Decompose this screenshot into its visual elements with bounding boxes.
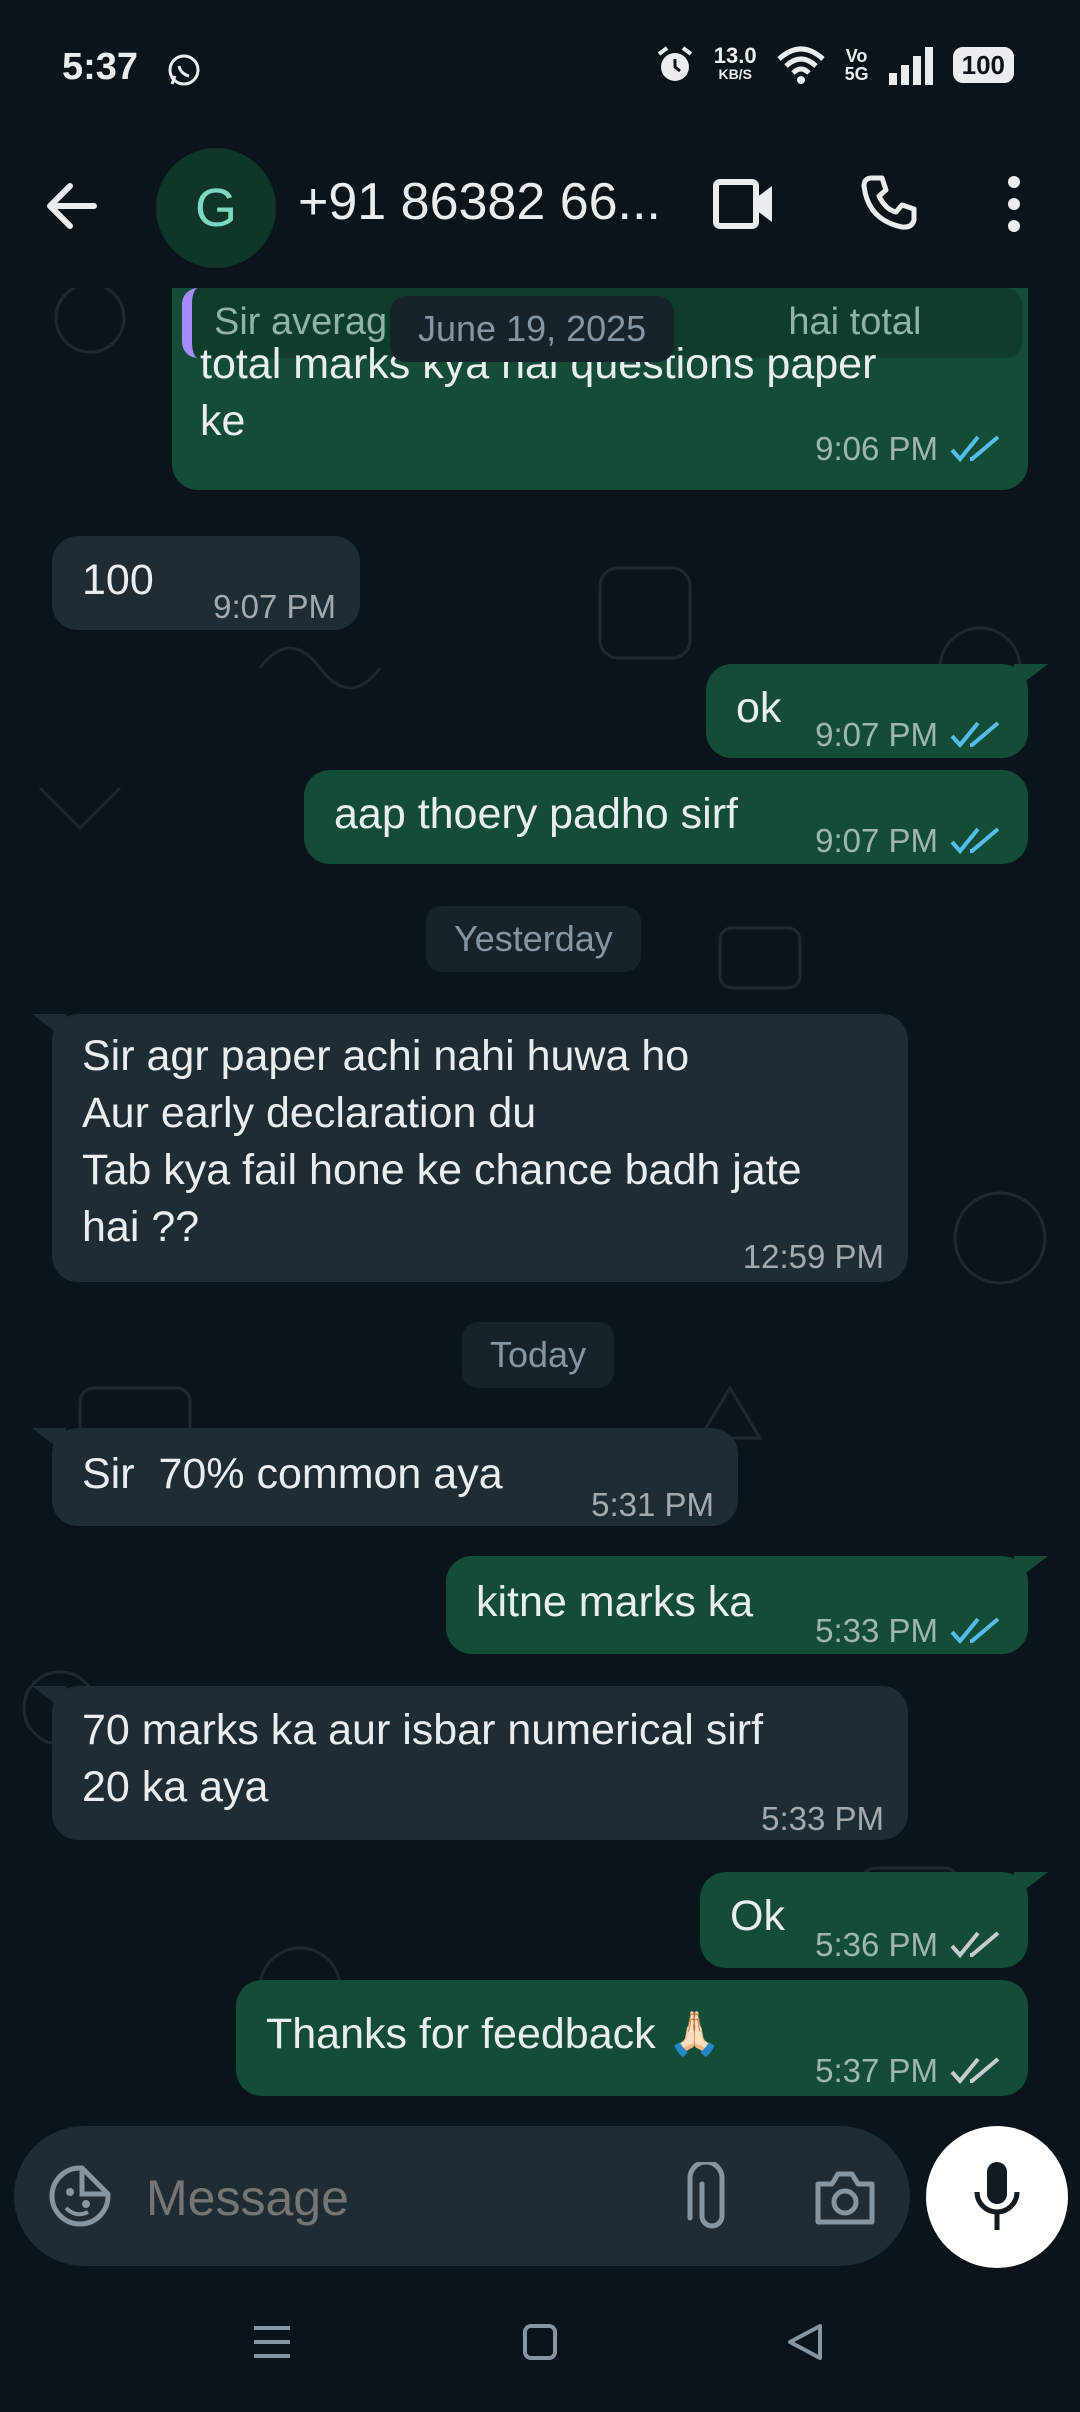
chat-area[interactable]: Sir averag hai total total marks kya hai…: [0, 288, 1080, 2134]
read-receipt-icon: [950, 720, 1000, 748]
bubble-tail: [1014, 1872, 1048, 1898]
message-bubble-incoming[interactable]: Sir agr paper achi nahi huwa ho Aur earl…: [52, 1014, 908, 1282]
date-chip: Today: [462, 1322, 615, 1388]
read-receipt-icon: [950, 1616, 1000, 1644]
voice-call-icon[interactable]: [858, 172, 918, 232]
status-bar: 5:37 13.0 KB/S Vo 5G 100: [0, 0, 1080, 140]
whatsapp-status-icon: [168, 54, 200, 86]
delivered-receipt-icon: [950, 2056, 1000, 2084]
volte-bottom: 5G: [844, 64, 869, 84]
message-meta: 9:06 PM: [815, 420, 1004, 477]
nav-menu-icon[interactable]: [252, 2322, 292, 2362]
message-text: Thanks for feedback 🙏🏻: [266, 2010, 722, 2058]
message-time: 9:07 PM: [815, 822, 938, 859]
message-text: Sir agr paper achi nahi huwa ho Aur earl…: [82, 1032, 802, 1251]
message-meta: 5:31 PM: [591, 1476, 714, 1533]
read-receipt-icon: [950, 826, 1000, 854]
message-input-bar: [14, 2126, 910, 2266]
message-meta: 9:07 PM: [213, 578, 336, 635]
message-text: ok: [736, 684, 782, 732]
more-options-icon[interactable]: [1000, 174, 1028, 234]
message-meta: 5:37 PM: [815, 2042, 1004, 2099]
bubble-tail: [1014, 664, 1048, 690]
signal-icon: [888, 47, 933, 85]
bubble-tail: [32, 1686, 66, 1712]
message-bubble-incoming[interactable]: 100 9:07 PM: [52, 536, 360, 630]
status-time: 5:37: [62, 46, 139, 88]
message-bubble-outgoing[interactable]: aap thoery padho sirf 9:07 PM: [304, 770, 1028, 864]
mic-icon: [974, 2162, 1020, 2230]
message-time: 9:07 PM: [815, 716, 938, 753]
message-bubble-outgoing[interactable]: Thanks for feedback 🙏🏻 5:37 PM: [236, 1980, 1028, 2096]
message-bubble-outgoing[interactable]: kitne marks ka 5:33 PM: [446, 1556, 1028, 1654]
alarm-icon: [657, 46, 692, 81]
delivered-receipt-icon: [950, 1930, 1000, 1958]
message-time: 5:37 PM: [815, 2052, 938, 2089]
bubble-tail: [1014, 1556, 1048, 1582]
date-chip: June 19, 2025: [390, 296, 675, 362]
attach-icon[interactable]: [684, 2162, 728, 2234]
volte-top: Vo: [845, 46, 868, 66]
message-bubble-outgoing[interactable]: Ok 5:36 PM: [700, 1872, 1028, 1968]
message-time: 12:59 PM: [742, 1238, 884, 1275]
message-text: 70 marks ka aur isbar numerical sirf 20 …: [82, 1706, 764, 1811]
network-speed-value: 13.0: [713, 43, 757, 68]
mic-button[interactable]: [926, 2126, 1068, 2268]
nav-back-icon[interactable]: [784, 2322, 824, 2362]
bubble-tail: [32, 1014, 66, 1040]
message-text: Ok: [730, 1892, 785, 1940]
camera-icon[interactable]: [812, 2170, 878, 2226]
message-text: Sir 70% common aya: [82, 1450, 503, 1498]
message-meta: 12:59 PM: [743, 1228, 884, 1285]
message-bubble-incoming[interactable]: 70 marks ka aur isbar numerical sirf 20 …: [52, 1686, 908, 1840]
message-meta: 9:07 PM: [815, 706, 1004, 763]
volte-indicator: Vo 5G: [845, 47, 869, 83]
message-bubble-outgoing[interactable]: ok 9:07 PM: [706, 664, 1028, 758]
message-input[interactable]: [144, 2162, 648, 2234]
date-chip: Yesterday: [426, 906, 641, 972]
message-time: 5:36 PM: [815, 1926, 938, 1963]
contact-name[interactable]: +91 86382 66...: [298, 172, 661, 232]
video-call-icon[interactable]: [712, 176, 776, 232]
message-time: 9:07 PM: [213, 588, 336, 625]
emoji-sticker-icon[interactable]: [48, 2164, 112, 2228]
contact-avatar[interactable]: G: [156, 148, 276, 268]
message-time: 5:33 PM: [761, 1800, 884, 1837]
network-speed-unit: KB/S: [718, 66, 752, 82]
message-meta: 5:33 PM: [761, 1790, 884, 1847]
message-meta: 9:07 PM: [815, 812, 1004, 869]
message-text: 100: [82, 556, 154, 604]
system-nav-bar: [0, 2280, 1080, 2412]
message-meta: 5:33 PM: [815, 1602, 1004, 1659]
battery-indicator: 100: [952, 47, 1014, 83]
message-bubble-incoming[interactable]: Sir 70% common aya 5:31 PM: [52, 1428, 738, 1526]
back-arrow-icon[interactable]: [44, 178, 100, 234]
network-speed: 13.0 KB/S: [713, 43, 757, 83]
bubble-tail: [32, 1428, 66, 1454]
message-meta: 5:36 PM: [815, 1916, 1004, 1973]
wifi-icon: [776, 46, 825, 84]
read-receipt-icon: [950, 434, 1000, 462]
nav-home-icon[interactable]: [522, 2322, 558, 2362]
message-time: 5:31 PM: [591, 1486, 714, 1523]
message-time: 9:06 PM: [815, 430, 938, 467]
message-time: 5:33 PM: [815, 1612, 938, 1649]
message-text: aap thoery padho sirf: [334, 790, 738, 838]
status-icons: 13.0 KB/S Vo 5G 100: [654, 44, 1014, 86]
message-text: kitne marks ka: [476, 1578, 754, 1626]
